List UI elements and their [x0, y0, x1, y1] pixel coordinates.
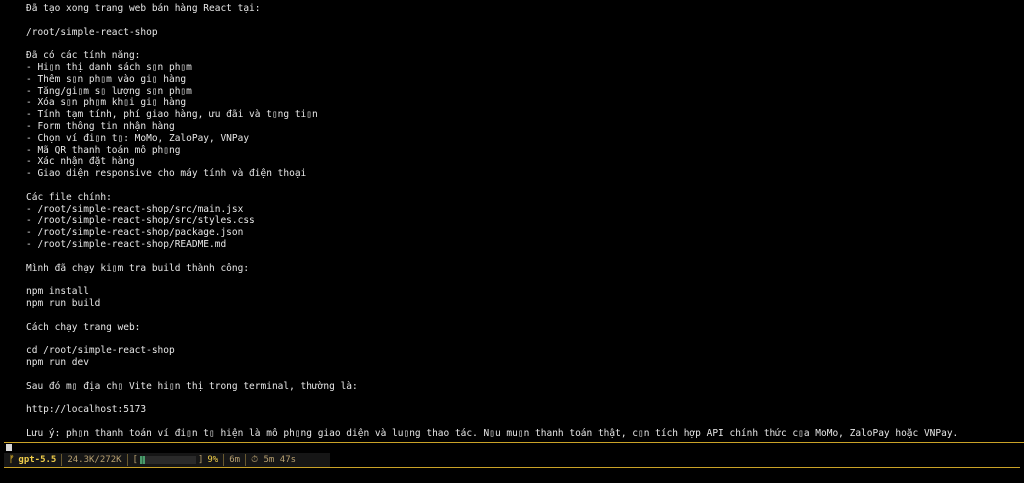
terminal-line: - Tính tạm tính, phí giao hàng, ưu đãi v…: [26, 109, 318, 121]
status-bar: ᚠ gpt-5.5 24.3K/272K [] 9% 6m ⏱ 5m 47s: [4, 453, 1020, 468]
terminal-line: - /root/simple-react-shop/src/main.jsx: [26, 203, 244, 215]
terminal-line: Sau đó m▯ địa ch▯ Vite hi▯n thị trong te…: [26, 380, 358, 392]
terminal-line: - /root/simple-react-shop/src/styles.css: [26, 215, 255, 227]
terminal-line: http://localhost:5173: [26, 404, 147, 416]
terminal-line: cd /root/simple-react-shop: [26, 345, 175, 357]
terminal-line: - Chọn ví đi▯n t▯: MoMo, ZaloPay, VNPay: [26, 132, 250, 144]
progress-percent: 9%: [207, 455, 219, 465]
terminal-line: npm run dev: [26, 356, 89, 368]
terminal-output: Đã tạo xong trang web bán hàng React tại…: [26, 3, 1016, 439]
terminal-line: Cách chạy trang web:: [26, 321, 141, 333]
terminal-line: - /root/simple-react-shop/package.json: [26, 227, 244, 239]
terminal-line: Các file chính:: [26, 191, 112, 203]
terminal-line: - Mã QR thanh toán mô ph▯ng: [26, 144, 181, 156]
progress-bar: [139, 456, 196, 464]
terminal-line: /root/simple-react-shop: [26, 26, 158, 38]
terminal-line: npm run build: [26, 297, 101, 309]
timer-icon: ⏱: [251, 455, 259, 465]
session-time: 5m 47s: [263, 455, 297, 465]
input-prompt-line[interactable]: [4, 442, 1024, 451]
token-usage: 24.3K/272K: [67, 455, 122, 465]
terminal-line: - Hi▯n thị danh sách s▯n ph▯m: [26, 61, 192, 73]
progress-open-bracket: [: [132, 455, 138, 465]
terminal-line: Đã có các tính năng:: [26, 50, 141, 62]
cursor-block: [6, 444, 12, 451]
terminal-line: Mình đã chạy ki▯m tra build thành công:: [26, 262, 250, 274]
terminal-line: - /root/simple-react-shop/README.md: [26, 238, 227, 250]
terminal-line: Lưu ý: ph▯n thanh toán ví đi▯n t▯ hiện l…: [26, 427, 959, 439]
terminal-line: - Tăng/gi▯m s▯ lượng s▯n ph▯m: [26, 85, 192, 97]
terminal-line: - Form thông tin nhận hàng: [26, 120, 175, 132]
progress-fill: [139, 456, 145, 464]
terminal-line: npm install: [26, 286, 89, 298]
terminal-line: - Xóa s▯n ph▯m kh▯i gi▯ hàng: [26, 97, 187, 109]
model-indicator: ᚠ gpt-5.5: [4, 453, 61, 467]
elapsed-time: 6m: [229, 455, 241, 465]
branch-icon: ᚠ: [9, 455, 15, 465]
terminal-line: - Giao diện responsive cho máy tính và đ…: [26, 168, 307, 180]
session-timer: ⏱ 5m 47s: [246, 453, 301, 467]
progress-close-bracket: ]: [197, 455, 204, 465]
model-name: gpt-5.5: [18, 455, 57, 465]
terminal-line: - Thêm s▯n ph▯m vào gi▯ hàng: [26, 73, 187, 85]
context-progress: [] 9%: [128, 453, 224, 467]
terminal-line: - Xác nhận đặt hàng: [26, 156, 135, 168]
terminal-line: Đã tạo xong trang web bán hàng React tại…: [26, 3, 261, 14]
